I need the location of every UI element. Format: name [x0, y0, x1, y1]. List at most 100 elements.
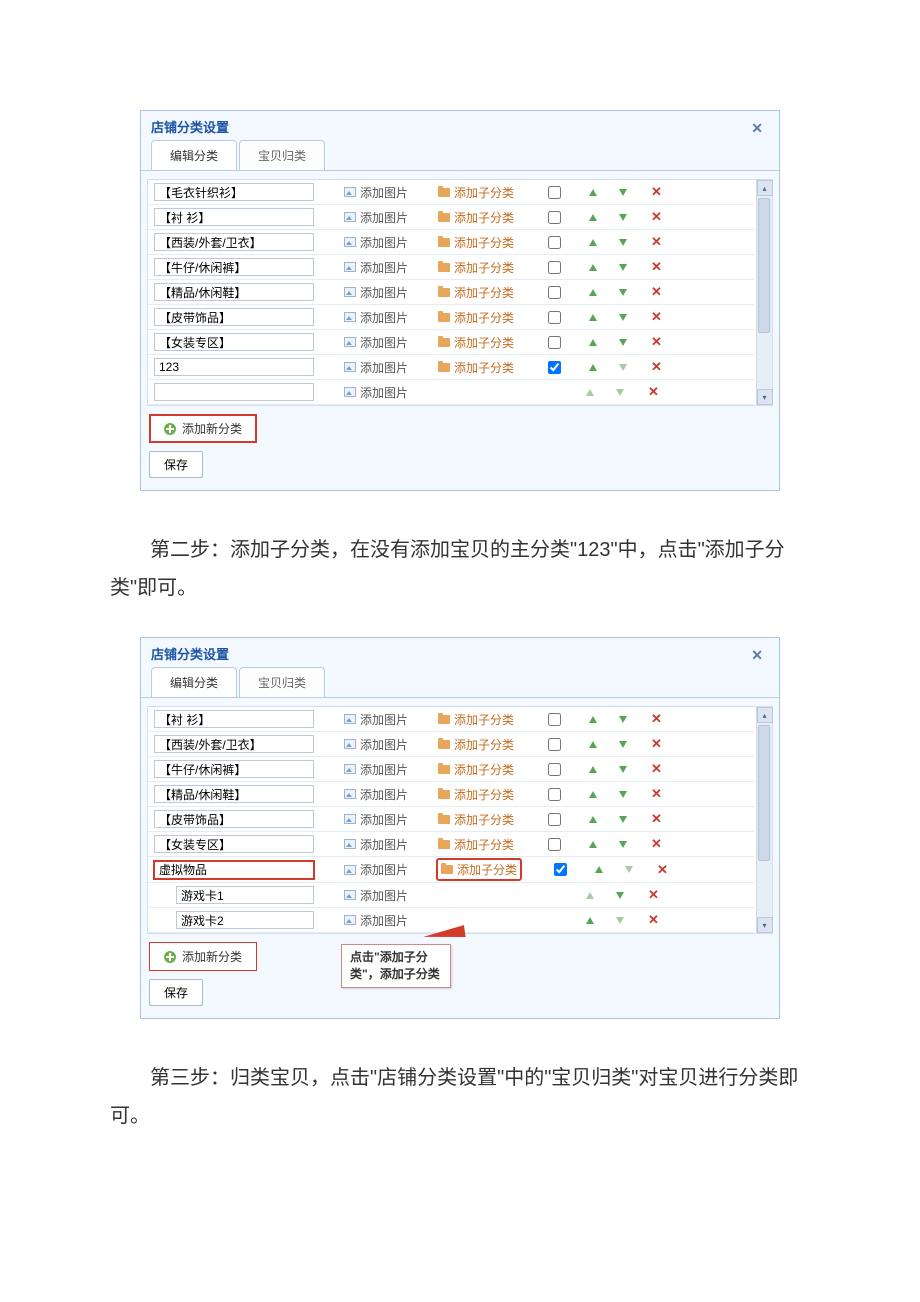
move-up-icon[interactable] [589, 364, 597, 371]
category-checkbox[interactable] [548, 261, 561, 274]
add-subcategory-button[interactable]: 添加子分类 [438, 711, 514, 728]
category-name-input[interactable] [154, 785, 314, 803]
delete-icon[interactable]: ✕ [651, 259, 662, 275]
category-checkbox[interactable] [548, 813, 561, 826]
category-name-input[interactable] [154, 735, 314, 753]
add-image-button[interactable]: 添加图片 [344, 786, 408, 803]
add-image-button[interactable]: 添加图片 [344, 811, 408, 828]
move-down-icon[interactable] [619, 364, 627, 371]
category-name-input[interactable] [154, 760, 314, 778]
category-checkbox[interactable] [548, 788, 561, 801]
delete-icon[interactable]: ✕ [651, 836, 662, 852]
add-subcategory-button[interactable]: 添加子分类 [438, 259, 514, 276]
move-down-icon[interactable] [619, 289, 627, 296]
move-up-icon[interactable] [589, 239, 597, 246]
move-down-icon[interactable] [619, 314, 627, 321]
scroll-thumb[interactable] [758, 725, 770, 861]
delete-icon[interactable]: ✕ [648, 912, 659, 928]
delete-icon[interactable]: ✕ [651, 711, 662, 727]
move-up-icon[interactable] [589, 289, 597, 296]
add-subcategory-button[interactable]: 添加子分类 [438, 284, 514, 301]
add-image-button[interactable]: 添加图片 [344, 861, 408, 878]
tab-edit-category[interactable]: 编辑分类 [151, 667, 237, 697]
category-checkbox[interactable] [548, 336, 561, 349]
add-subcategory-button[interactable]: 添加子分类 [438, 359, 514, 376]
move-down-icon[interactable] [619, 766, 627, 773]
category-checkbox[interactable] [548, 361, 561, 374]
add-image-button[interactable]: 添加图片 [344, 184, 408, 201]
category-checkbox[interactable] [548, 311, 561, 324]
move-up-icon[interactable] [589, 214, 597, 221]
add-subcategory-button[interactable]: 添加子分类 [438, 811, 514, 828]
move-up-icon[interactable] [589, 314, 597, 321]
add-subcategory-button[interactable]: 添加子分类 [438, 786, 514, 803]
move-down-icon[interactable] [619, 741, 627, 748]
category-checkbox[interactable] [548, 236, 561, 249]
add-image-button[interactable]: 添加图片 [344, 359, 408, 376]
category-name-input[interactable] [154, 710, 314, 728]
add-new-category-button[interactable]: 添加新分类 [149, 414, 257, 443]
delete-icon[interactable]: ✕ [651, 334, 662, 350]
scrollbar[interactable]: ▴ ▾ [756, 180, 772, 405]
delete-icon[interactable]: ✕ [651, 736, 662, 752]
add-subcategory-button[interactable]: 添加子分类 [438, 209, 514, 226]
delete-icon[interactable]: ✕ [651, 184, 662, 200]
add-subcategory-button[interactable]: 添加子分类 [438, 334, 514, 351]
category-name-input[interactable] [154, 208, 314, 226]
category-name-input[interactable] [154, 835, 314, 853]
add-image-button[interactable]: 添加图片 [344, 711, 408, 728]
category-name-input[interactable] [154, 383, 314, 401]
category-checkbox[interactable] [548, 211, 561, 224]
add-image-button[interactable]: 添加图片 [344, 836, 408, 853]
add-image-button[interactable]: 添加图片 [344, 384, 408, 401]
category-name-input[interactable] [154, 810, 314, 828]
add-image-button[interactable]: 添加图片 [344, 761, 408, 778]
add-image-button[interactable]: 添加图片 [344, 234, 408, 251]
move-down-icon[interactable] [625, 866, 633, 873]
add-subcategory-button[interactable]: 添加子分类 [438, 736, 514, 753]
move-down-icon[interactable] [619, 791, 627, 798]
move-down-icon[interactable] [619, 189, 627, 196]
add-subcategory-button[interactable]: 添加子分类 [438, 836, 514, 853]
close-icon[interactable]: ✕ [745, 647, 769, 664]
add-image-button[interactable]: 添加图片 [344, 259, 408, 276]
move-up-icon[interactable] [589, 264, 597, 271]
tab-classify-items[interactable]: 宝贝归类 [239, 667, 325, 697]
add-image-button[interactable]: 添加图片 [344, 334, 408, 351]
category-checkbox[interactable] [548, 838, 561, 851]
move-up-icon[interactable] [589, 189, 597, 196]
move-down-icon[interactable] [619, 339, 627, 346]
move-up-icon[interactable] [589, 741, 597, 748]
tab-edit-category[interactable]: 编辑分类 [151, 140, 237, 170]
move-up-icon[interactable] [589, 716, 597, 723]
move-down-icon[interactable] [616, 917, 624, 924]
category-name-input[interactable] [154, 183, 314, 201]
move-up-icon[interactable] [589, 816, 597, 823]
add-image-button[interactable]: 添加图片 [344, 736, 408, 753]
delete-icon[interactable]: ✕ [651, 359, 662, 375]
move-up-icon[interactable] [595, 866, 603, 873]
category-checkbox[interactable] [548, 738, 561, 751]
scroll-up-icon[interactable]: ▴ [757, 707, 773, 723]
category-name-input[interactable] [154, 861, 314, 879]
delete-icon[interactable]: ✕ [648, 887, 659, 903]
tab-classify-items[interactable]: 宝贝归类 [239, 140, 325, 170]
add-subcategory-button[interactable]: 添加子分类 [438, 860, 520, 879]
delete-icon[interactable]: ✕ [651, 309, 662, 325]
delete-icon[interactable]: ✕ [651, 234, 662, 250]
save-button[interactable]: 保存 [149, 451, 203, 478]
move-up-icon[interactable] [589, 766, 597, 773]
scroll-up-icon[interactable]: ▴ [757, 180, 773, 196]
move-down-icon[interactable] [619, 214, 627, 221]
save-button[interactable]: 保存 [149, 979, 203, 1006]
category-checkbox[interactable] [548, 763, 561, 776]
move-down-icon[interactable] [619, 264, 627, 271]
move-down-icon[interactable] [619, 816, 627, 823]
add-image-button[interactable]: 添加图片 [344, 209, 408, 226]
add-image-button[interactable]: 添加图片 [344, 887, 408, 904]
category-name-input[interactable] [176, 911, 314, 929]
category-name-input[interactable] [154, 233, 314, 251]
move-up-icon[interactable] [586, 892, 594, 899]
move-up-icon[interactable] [589, 841, 597, 848]
category-name-input[interactable] [176, 886, 314, 904]
